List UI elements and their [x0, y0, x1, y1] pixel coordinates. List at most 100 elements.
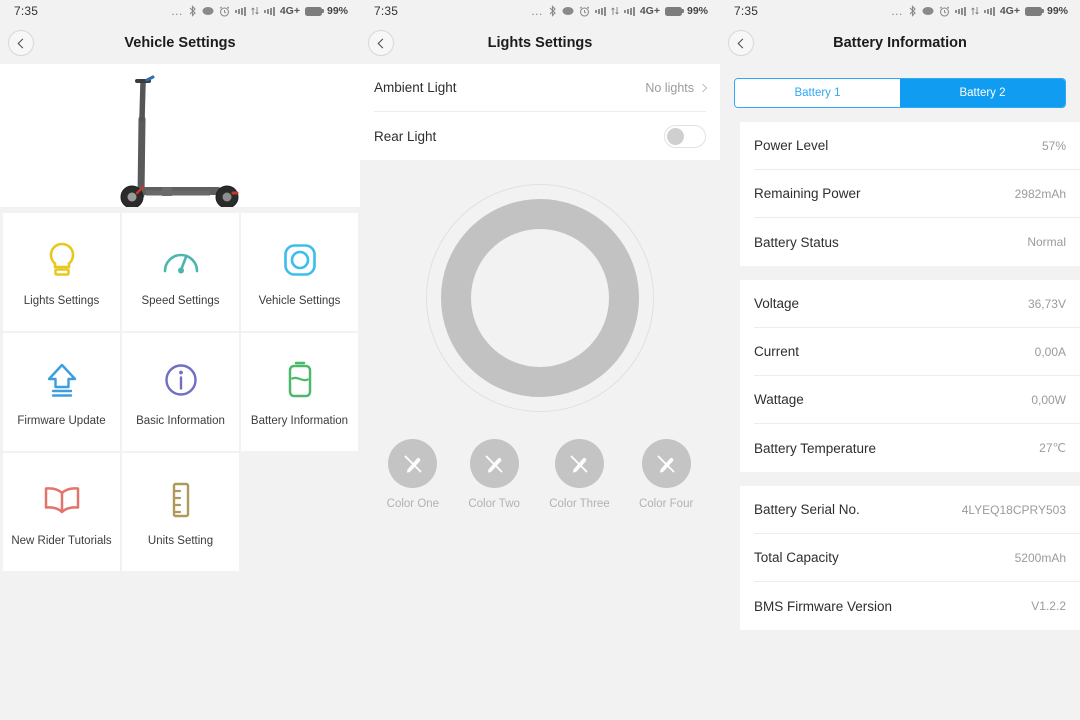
- grid-item-lights-settings[interactable]: Lights Settings: [3, 213, 120, 331]
- row-value: Normal: [1027, 235, 1066, 249]
- info-circle-icon: [164, 357, 198, 403]
- chevron-left-icon: [377, 38, 388, 48]
- status-time: 7:35: [374, 4, 399, 18]
- battery-tab-group: Battery 1 Battery 2: [734, 78, 1066, 108]
- tab-battery-2[interactable]: Battery 2: [900, 79, 1065, 107]
- section-gap: [720, 108, 1080, 122]
- row-value: 2982mAh: [1014, 186, 1066, 201]
- color-label: Color Four: [638, 498, 694, 510]
- row-value: 0,00W: [1031, 392, 1066, 407]
- color-ring-preview: [360, 160, 720, 435]
- signal-bars-icon-2: [983, 6, 995, 16]
- triple-screenshot-container: 7:35 ... 4G+ 99% Vehicle Settings Lights…: [0, 0, 1080, 720]
- screen-battery-information: 7:35 ... 4G+ 99% Battery Information Bat…: [720, 0, 1080, 720]
- grid-label: Units Setting: [147, 535, 214, 547]
- data-transfer-icon: [611, 6, 619, 16]
- settings-grid: Lights Settings Speed Settings Vehicle S…: [0, 213, 360, 571]
- row-label: Current: [754, 344, 800, 359]
- section-gap: [720, 266, 1080, 280]
- grid-item-units-setting[interactable]: Units Setting: [122, 453, 239, 571]
- color-preset-one[interactable]: Color One: [387, 439, 439, 510]
- data-transfer-icon: [971, 6, 979, 16]
- status-bar-3: 7:35 ... 4G+ 99%: [720, 0, 1080, 22]
- battery-percent: 99%: [326, 5, 348, 17]
- back-button-1[interactable]: [8, 30, 34, 56]
- color-preset-four[interactable]: Color Four: [639, 439, 693, 510]
- do-not-disturb-icon: [202, 6, 214, 16]
- tab-battery-1[interactable]: Battery 1: [735, 79, 900, 107]
- ring-inner: [441, 198, 639, 397]
- row-label: Wattage: [754, 392, 804, 407]
- grid-item-speed-settings[interactable]: Speed Settings: [122, 213, 239, 331]
- page-title-1: Vehicle Settings: [124, 35, 236, 51]
- row-value: V1.2.2: [1031, 599, 1066, 613]
- page-title-2: Lights Settings: [487, 35, 593, 51]
- signal-bars-icon-2: [263, 6, 275, 16]
- ruler-icon: [170, 477, 192, 523]
- screen-lights-settings: 7:35 ... 4G+ 99% Lights Settings Ambient…: [360, 0, 720, 720]
- grid-label: Lights Settings: [23, 295, 100, 307]
- bluetooth-icon: [908, 5, 917, 17]
- brush-disabled-icon: [388, 439, 438, 488]
- title-bar-3: Battery Information: [720, 22, 1080, 64]
- network-label: 4G+: [999, 5, 1020, 17]
- row-rear-light[interactable]: Rear Light: [374, 112, 706, 160]
- bluetooth-icon: [548, 5, 557, 17]
- color-label: Color Three: [549, 498, 610, 510]
- color-label: Color One: [386, 498, 440, 510]
- table-row: Power Level 57%: [754, 122, 1080, 170]
- row-value: 5200mAh: [1014, 550, 1066, 565]
- battery-percent: 99%: [1046, 5, 1068, 17]
- data-transfer-icon: [251, 6, 259, 16]
- battery-icon: [1024, 6, 1045, 16]
- table-row: Battery Serial No. 4LYEQ18CPRY503: [754, 486, 1080, 534]
- brush-disabled-icon: [469, 439, 519, 488]
- row-label: Total Capacity: [754, 550, 839, 565]
- battery-percent: 99%: [686, 5, 708, 17]
- status-bar-2: 7:35 ... 4G+ 99%: [360, 0, 720, 22]
- row-value: 36,73V: [1027, 296, 1066, 311]
- screen-vehicle-settings: 7:35 ... 4G+ 99% Vehicle Settings Lights…: [0, 0, 360, 720]
- row-value: No lights: [645, 80, 694, 95]
- grid-item-new-rider-tutorials[interactable]: New Rider Tutorials: [3, 453, 120, 571]
- color-preset-two[interactable]: Color Two: [468, 439, 520, 510]
- row-label: Rear Light: [374, 128, 437, 144]
- toggle-knob: [667, 127, 684, 145]
- back-button-3[interactable]: [728, 30, 754, 56]
- battery-icon: [304, 6, 325, 16]
- do-not-disturb-icon: [562, 6, 574, 16]
- row-label: Battery Temperature: [754, 440, 877, 456]
- table-row: Current 0,00A: [754, 328, 1080, 376]
- row-value: 57%: [1041, 138, 1066, 153]
- row-value-wrap: No lights: [645, 80, 708, 95]
- status-icons: ... 4G+ 99%: [891, 5, 1068, 17]
- row-label: Power Level: [754, 138, 829, 153]
- grid-label: Speed Settings: [141, 295, 220, 307]
- back-button-2[interactable]: [368, 30, 394, 56]
- table-row: Remaining Power 2982mAh: [754, 170, 1080, 218]
- bluetooth-icon: [188, 5, 197, 17]
- grid-item-battery-information[interactable]: Battery Information: [241, 333, 358, 451]
- book-icon: [42, 477, 82, 523]
- row-ambient-light[interactable]: Ambient Light No lights: [374, 64, 708, 112]
- bulb-icon: [45, 237, 79, 283]
- grid-label: Vehicle Settings: [258, 295, 341, 307]
- status-time: 7:35: [734, 4, 759, 18]
- rear-light-toggle[interactable]: [664, 124, 706, 148]
- alarm-clock-icon: [939, 5, 950, 17]
- row-value: 27℃: [1039, 441, 1066, 455]
- lifebuoy-icon: [283, 237, 317, 283]
- row-label: Voltage: [754, 296, 800, 311]
- grid-item-firmware-update[interactable]: Firmware Update: [3, 333, 120, 451]
- brush-disabled-icon: [641, 439, 691, 488]
- color-preset-three[interactable]: Color Three: [549, 439, 610, 510]
- table-row: Total Capacity 5200mAh: [754, 534, 1080, 582]
- brush-disabled-icon: [554, 439, 604, 488]
- status-bar-1: 7:35 ... 4G+ 99%: [0, 0, 360, 22]
- grid-item-basic-information[interactable]: Basic Information: [122, 333, 239, 451]
- battery-group-a: Power Level 57% Remaining Power 2982mAh …: [740, 122, 1080, 266]
- row-label: Battery Serial No.: [754, 502, 860, 517]
- row-label: BMS Firmware Version: [754, 598, 893, 614]
- status-icons: ... 4G+ 99%: [531, 5, 708, 17]
- grid-item-vehicle-settings[interactable]: Vehicle Settings: [241, 213, 358, 331]
